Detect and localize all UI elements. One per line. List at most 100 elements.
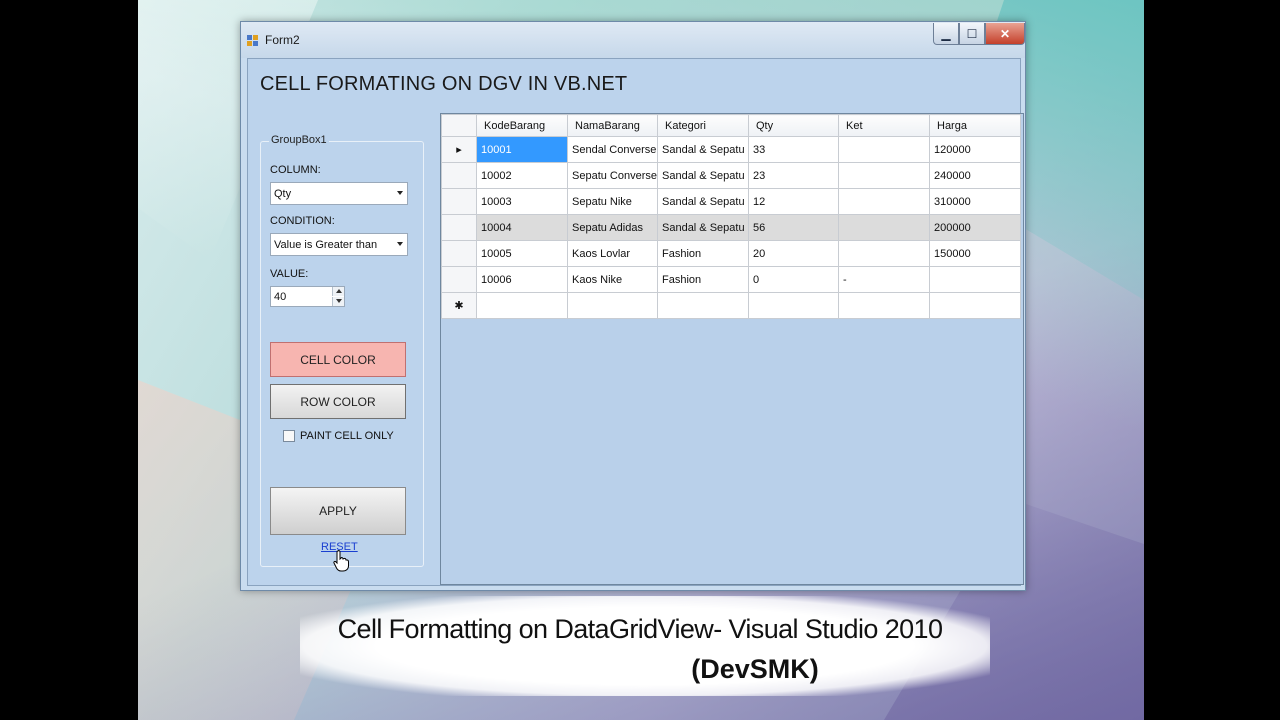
grid-cell[interactable]	[838, 162, 930, 189]
column-select-value: Qty	[274, 188, 292, 200]
row-header[interactable]	[441, 214, 477, 241]
current-row-indicator-icon[interactable]: ▸	[441, 136, 477, 163]
grid-cell[interactable]: 150000	[929, 240, 1021, 267]
grid-cell[interactable]: 120000	[929, 136, 1021, 163]
column-header[interactable]: KodeBarang	[476, 114, 568, 137]
value-label: VALUE:	[270, 268, 309, 280]
grid-cell[interactable]: 0	[748, 266, 839, 293]
grid-cell[interactable]: 240000	[929, 162, 1021, 189]
table-row[interactable]: ▸ 10001 Sendal Converse Sandal & Sepatu …	[441, 136, 1021, 163]
grid-cell[interactable]: 10004	[476, 214, 568, 241]
column-header[interactable]: Harga	[929, 114, 1021, 137]
minimize-button[interactable]: ▁	[933, 23, 959, 45]
data-grid-view[interactable]: KodeBarang NamaBarang Kategori Qty Ket H…	[440, 113, 1024, 585]
column-select[interactable]: Qty	[270, 182, 408, 205]
row-color-button[interactable]: ROW COLOR	[270, 384, 406, 419]
condition-select[interactable]: Value is Greater than	[270, 233, 408, 256]
minimize-icon: ▁	[941, 26, 951, 41]
form-client-area: CELL FORMATING ON DGV IN VB.NET GroupBox…	[247, 58, 1024, 586]
value-input[interactable]: 40	[274, 291, 286, 303]
grid-cell[interactable]: Sepatu Nike	[567, 188, 658, 215]
grid-cell[interactable]	[929, 292, 1021, 319]
groupbox: GroupBox1 COLUMN: Qty CONDITION: Value i…	[260, 134, 424, 572]
grid-cell[interactable]: Fashion	[657, 266, 749, 293]
grid-cell[interactable]: 200000	[929, 214, 1021, 241]
form-heading: CELL FORMATING ON DGV IN VB.NET	[260, 73, 628, 95]
grid-cell[interactable]: Sepatu Adidas	[567, 214, 658, 241]
table-row[interactable]: 10005 Kaos Lovlar Fashion 20 150000	[441, 240, 1021, 267]
grid-cell[interactable]: 10006	[476, 266, 568, 293]
new-row-indicator-icon[interactable]: ✱	[441, 292, 477, 319]
stepper-down-button[interactable]	[332, 297, 344, 306]
row-header[interactable]	[441, 188, 477, 215]
grid-cell[interactable]: -	[838, 266, 930, 293]
grid-cell[interactable]	[657, 292, 749, 319]
window-titlebar[interactable]: Form2 ▁ ☐ ✕	[241, 22, 1025, 58]
grid-cell[interactable]: 23	[748, 162, 839, 189]
grid-cell[interactable]	[929, 266, 1021, 293]
table-row[interactable]: 10002 Sepatu Converse Sandal & Sepatu 23…	[441, 162, 1021, 189]
column-header[interactable]: NamaBarang	[567, 114, 658, 137]
column-label: COLUMN:	[270, 164, 321, 176]
table-row[interactable]: 10004 Sepatu Adidas Sandal & Sepatu 56 2…	[441, 214, 1021, 241]
grid-cell[interactable]: 10003	[476, 188, 568, 215]
grid-cell[interactable]: 10005	[476, 240, 568, 267]
column-header[interactable]: Kategori	[657, 114, 749, 137]
row-header[interactable]	[441, 266, 477, 293]
grid-header-row: KodeBarang NamaBarang Kategori Qty Ket H…	[441, 114, 1021, 137]
row-header[interactable]	[441, 240, 477, 267]
grid-cell[interactable]: Fashion	[657, 240, 749, 267]
paint-cell-only-option[interactable]: PAINT CELL ONLY	[283, 430, 394, 442]
chevron-down-icon	[397, 191, 403, 195]
grid-cell[interactable]: 310000	[929, 188, 1021, 215]
column-header[interactable]: Qty	[748, 114, 839, 137]
value-stepper[interactable]: 40	[270, 286, 345, 307]
grid-corner-header[interactable]	[441, 114, 477, 137]
paint-cell-only-checkbox[interactable]	[283, 430, 295, 442]
grid-table: KodeBarang NamaBarang Kategori Qty Ket H…	[441, 114, 1021, 319]
cell-color-button[interactable]: CELL COLOR	[270, 342, 406, 377]
chevron-down-icon	[397, 242, 403, 246]
stepper-up-button[interactable]	[332, 287, 344, 296]
column-header[interactable]: Ket	[838, 114, 930, 137]
grid-cell[interactable]: 12	[748, 188, 839, 215]
new-row[interactable]: ✱	[441, 292, 1021, 319]
grid-cell[interactable]: 10001	[476, 136, 568, 163]
table-row[interactable]: 10006 Kaos Nike Fashion 0 -	[441, 266, 1021, 293]
grid-cell[interactable]: 10002	[476, 162, 568, 189]
paint-cell-only-label: PAINT CELL ONLY	[300, 430, 394, 442]
row-header[interactable]	[441, 162, 477, 189]
grid-cell[interactable]	[838, 188, 930, 215]
grid-cell[interactable]	[838, 240, 930, 267]
grid-cell[interactable]: Sendal Converse	[567, 136, 658, 163]
grid-cell[interactable]: Sandal & Sepatu	[657, 188, 749, 215]
table-row[interactable]: 10003 Sepatu Nike Sandal & Sepatu 12 310…	[441, 188, 1021, 215]
grid-cell[interactable]: Sepatu Converse	[567, 162, 658, 189]
maximize-button[interactable]: ☐	[959, 23, 985, 45]
grid-cell[interactable]	[838, 214, 930, 241]
grid-cell[interactable]: 33	[748, 136, 839, 163]
arrow-down-icon	[336, 299, 342, 303]
grid-cell[interactable]	[838, 136, 930, 163]
grid-cell[interactable]: Sandal & Sepatu	[657, 162, 749, 189]
condition-select-value: Value is Greater than	[274, 239, 378, 251]
grid-cell[interactable]: Kaos Nike	[567, 266, 658, 293]
video-caption-title: Cell Formatting on DataGridView- Visual …	[337, 614, 943, 644]
app-icon	[247, 35, 259, 47]
grid-cell[interactable]: Sandal & Sepatu	[657, 214, 749, 241]
close-icon: ✕	[999, 26, 1011, 41]
hand-cursor-icon	[333, 550, 349, 572]
grid-cell[interactable]	[748, 292, 839, 319]
highlighted-grid-cell[interactable]: 56	[748, 214, 839, 241]
apply-button[interactable]: APPLY	[270, 487, 406, 535]
grid-cell[interactable]	[567, 292, 658, 319]
video-caption-author: (DevSMK)	[691, 654, 819, 684]
grid-cell[interactable]: 20	[748, 240, 839, 267]
form2-window: Form2 ▁ ☐ ✕ CELL FORMATING ON DGV IN VB.…	[240, 21, 1026, 591]
window-title: Form2	[265, 33, 300, 47]
grid-cell[interactable]: Sandal & Sepatu	[657, 136, 749, 163]
grid-cell[interactable]	[476, 292, 568, 319]
grid-cell[interactable]	[838, 292, 930, 319]
close-button[interactable]: ✕	[985, 23, 1025, 45]
grid-cell[interactable]: Kaos Lovlar	[567, 240, 658, 267]
